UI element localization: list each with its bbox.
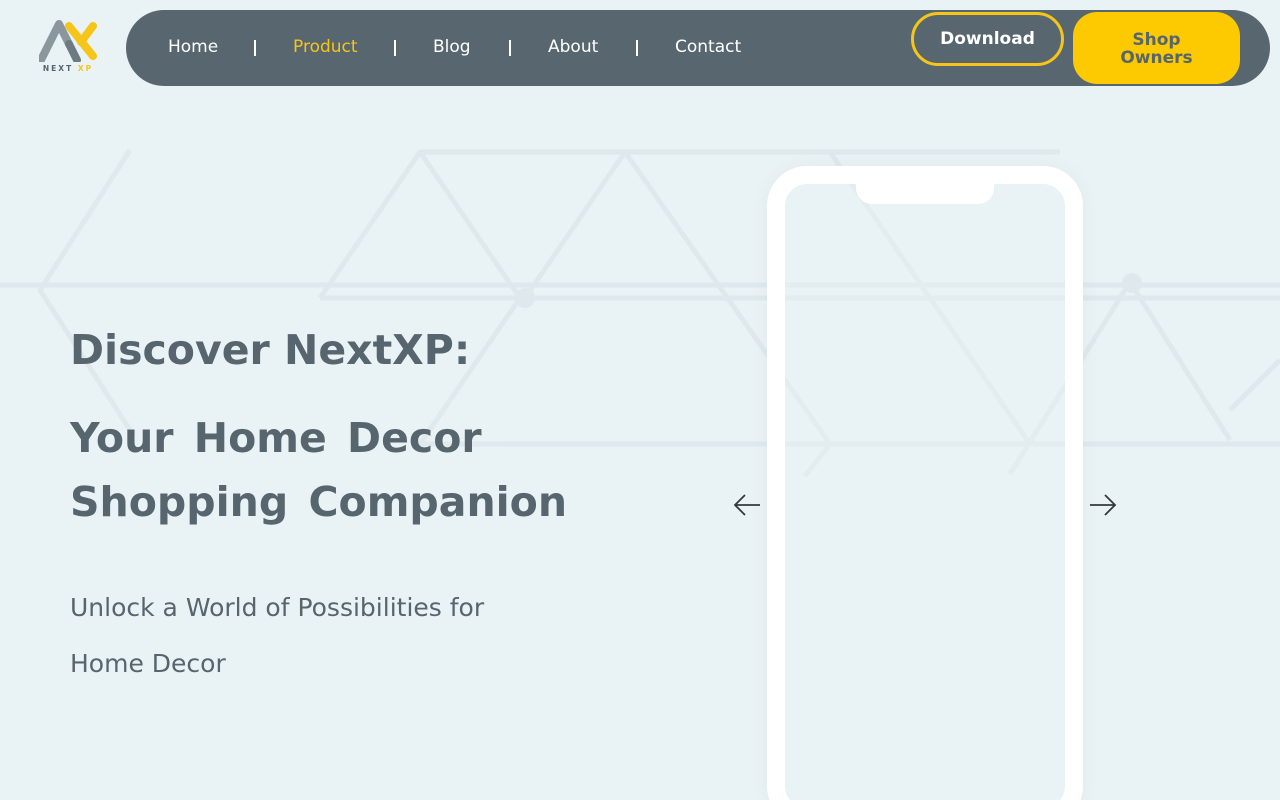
logo-wordmark: NEXT XP bbox=[42, 64, 94, 73]
phone-screen bbox=[785, 184, 1065, 800]
shop-owners-label-line2: Owners bbox=[1120, 48, 1193, 68]
nav-links: Home Product Blog About Contact bbox=[126, 10, 766, 86]
logo-mark-icon bbox=[39, 20, 97, 62]
download-button[interactable]: Download bbox=[911, 12, 1064, 66]
nav-separator bbox=[254, 40, 256, 56]
phone-notch bbox=[856, 182, 994, 204]
shop-owners-button[interactable]: Shop Owners bbox=[1073, 12, 1240, 84]
hero-title: Discover NextXP: bbox=[70, 326, 470, 374]
hero-title-prefix: Discover bbox=[70, 326, 284, 374]
nav-separator bbox=[509, 40, 511, 56]
arrow-right-icon[interactable] bbox=[1088, 490, 1118, 520]
nav-item-home[interactable]: Home bbox=[168, 37, 218, 57]
shop-owners-label-line1: Shop bbox=[1132, 30, 1181, 50]
main-navbar: Home Product Blog About Contact Download… bbox=[126, 10, 1270, 86]
nav-separator bbox=[636, 40, 638, 56]
hero-title-brand: NextXP: bbox=[284, 326, 471, 374]
arrow-left-icon[interactable] bbox=[732, 490, 762, 520]
nav-separator bbox=[394, 40, 396, 56]
phone-mockup bbox=[767, 166, 1083, 800]
nav-item-about[interactable]: About bbox=[548, 37, 598, 57]
nav-item-blog[interactable]: Blog bbox=[433, 37, 471, 57]
nav-item-contact[interactable]: Contact bbox=[675, 37, 741, 57]
hero-subtitle: Unlock a World of Possibilities for Home… bbox=[70, 593, 485, 678]
brand-logo[interactable]: NEXT XP bbox=[36, 18, 100, 78]
hero-tagline: Your Home Decor Shopping Companion bbox=[70, 414, 568, 526]
nav-item-product[interactable]: Product bbox=[293, 37, 358, 57]
